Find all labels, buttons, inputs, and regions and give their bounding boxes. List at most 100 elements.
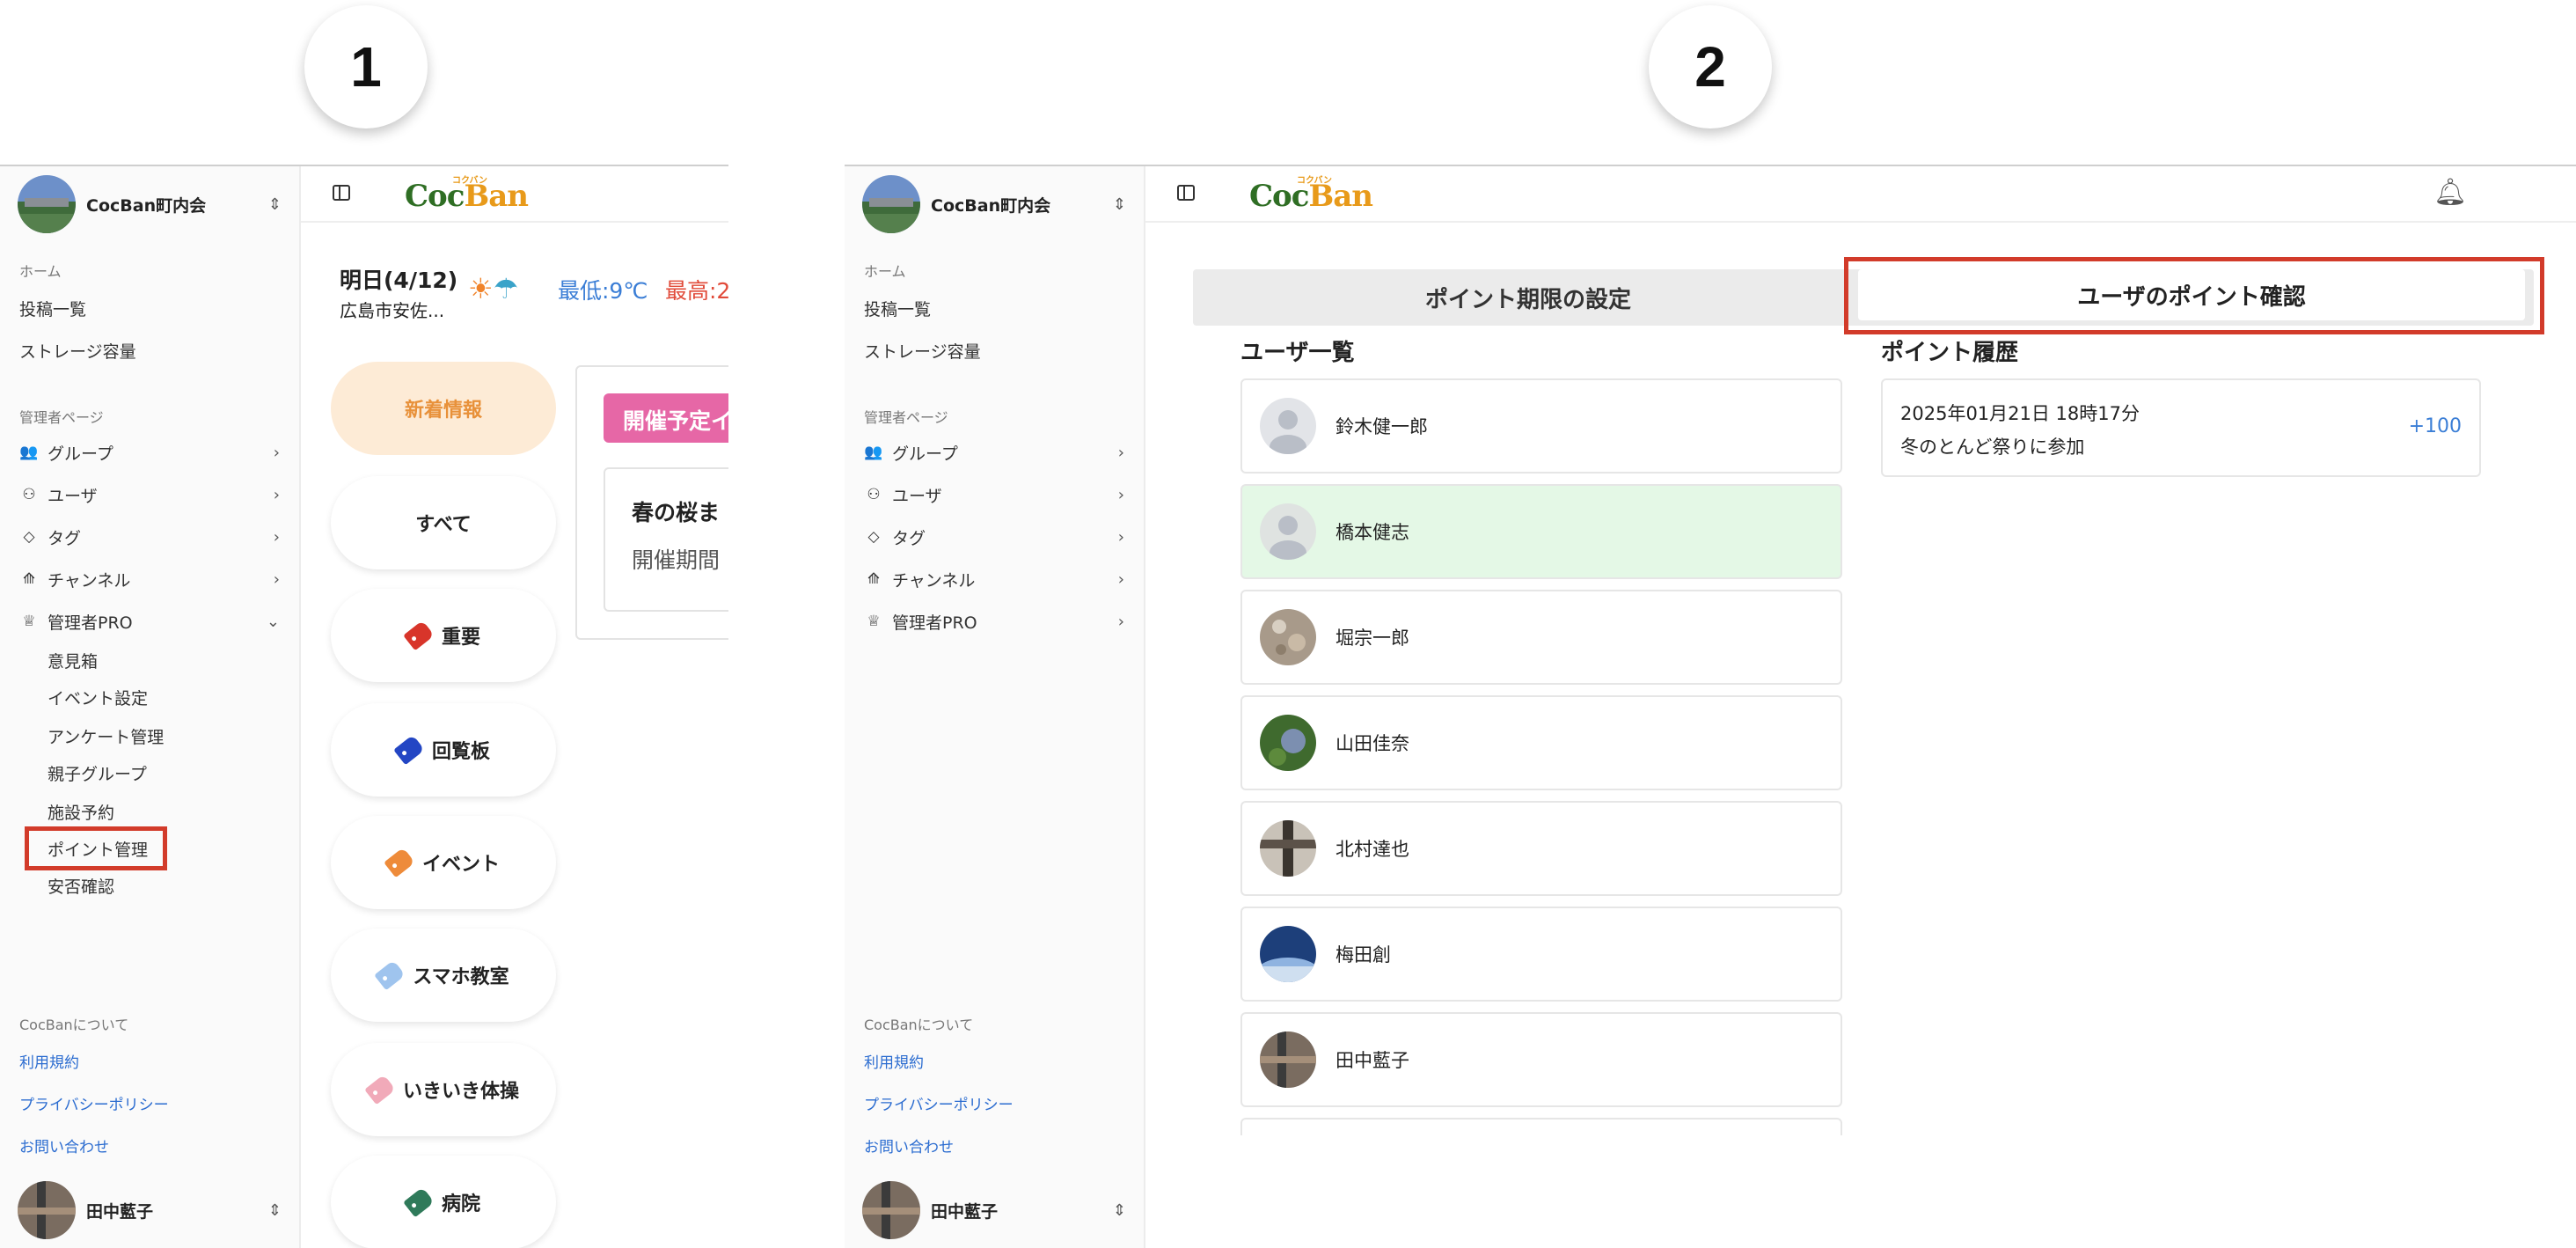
filter-event[interactable]: イベント	[331, 816, 556, 909]
user-row-partial[interactable]	[1240, 1118, 1842, 1135]
org-switcher[interactable]: CocBan町内会 ⇕	[18, 175, 282, 233]
filter-all[interactable]: すべて	[331, 476, 556, 569]
event-badge[interactable]: 開催予定イ	[604, 393, 728, 443]
chevron-updown-icon: ⇕	[267, 195, 282, 214]
logo-ruby: コクバン	[452, 176, 487, 186]
nav-label: チャンネル	[48, 570, 131, 591]
tab-point-expiry-settings[interactable]: ポイント期限の設定	[1193, 269, 1863, 326]
nav-posts[interactable]: 投稿一覧	[864, 297, 931, 320]
user-row[interactable]: 山田佳奈	[1240, 695, 1842, 790]
user-avatar	[1260, 820, 1316, 877]
nav-channel[interactable]: ⟰ チャンネル ›	[19, 566, 280, 592]
nav-tag[interactable]: ◇ タグ ›	[19, 524, 280, 550]
user-list-title: ユーザ一覧	[1240, 340, 1355, 366]
user-name: 田中藍子	[1336, 1050, 1409, 1071]
tag-icon: ◇	[867, 528, 880, 546]
point-management-highlight	[25, 826, 167, 870]
sub-safety-check[interactable]: 安否確認	[48, 874, 114, 898]
filter-smartphone-class[interactable]: スマホ教室	[331, 929, 556, 1022]
nav-storage[interactable]: ストレージ容量	[19, 339, 136, 363]
filter-important[interactable]: 重要	[331, 589, 556, 682]
sidebar-toggle-icon[interactable]	[1177, 185, 1195, 201]
filter-label: イベント	[421, 854, 500, 876]
chevron-right-icon: ›	[1117, 527, 1124, 547]
default-avatar-icon	[1260, 503, 1316, 560]
nav-storage[interactable]: ストレージ容量	[864, 339, 981, 363]
org-name: CocBan町内会	[931, 195, 1051, 216]
weather-min: 最低:9℃	[558, 278, 648, 304]
link-privacy[interactable]: プライバシーポリシー	[864, 1092, 1014, 1114]
org-name: CocBan町内会	[86, 195, 207, 216]
user-row[interactable]: 梅田創	[1240, 907, 1842, 1002]
user-icon: ⚇	[22, 486, 36, 503]
chevron-right-icon: ›	[1117, 443, 1124, 462]
link-terms[interactable]: 利用規約	[864, 1050, 924, 1072]
sidebar: CocBan町内会 ⇕ ホーム 投稿一覧 ストレージ容量 管理者ページ 👥 グルー…	[845, 166, 1145, 1248]
nav-user[interactable]: ⚇ ユーザ ›	[19, 481, 280, 508]
filter-label: スマホ教室	[413, 966, 509, 988]
user-row[interactable]: 堀宗一郎	[1240, 590, 1842, 685]
link-contact[interactable]: お問い合わせ	[19, 1134, 109, 1156]
nav-posts[interactable]: 投稿一覧	[19, 297, 86, 320]
badge-icon: ♕	[22, 613, 36, 630]
user-avatar	[1260, 715, 1316, 771]
tag-icon	[403, 620, 435, 651]
cocban-logo[interactable]: CocBan コクバン	[1249, 176, 1373, 214]
user-name: 田中藍子	[931, 1201, 999, 1222]
event-item[interactable]: 春の桜ま 開催期間	[604, 467, 728, 612]
top-bar: CocBan コクバン 🔔︎	[1145, 166, 2576, 223]
point-history-title: ポイント履歴	[1881, 340, 2019, 366]
user-avatar	[862, 1181, 920, 1239]
event-panel: 開催予定イ 春の桜ま 開催期間	[575, 365, 728, 640]
sub-survey[interactable]: アンケート管理	[48, 724, 164, 748]
user-menu[interactable]: 田中藍子 ⇕	[18, 1181, 282, 1239]
filter-exercise[interactable]: いきいき体操	[331, 1043, 556, 1136]
link-contact[interactable]: お問い合わせ	[864, 1134, 954, 1156]
sub-parent-child-group[interactable]: 親子グループ	[48, 761, 147, 785]
section-about: CocBanについて	[864, 1017, 974, 1033]
filter-circular[interactable]: 回覧板	[331, 703, 556, 797]
step-1-marker: 1	[304, 5, 428, 128]
chevron-right-icon: ›	[273, 443, 280, 462]
nav-label: タグ	[48, 528, 82, 548]
sidebar-toggle-icon[interactable]	[333, 185, 350, 201]
nav-channel[interactable]: ⟰ チャンネル ›	[864, 566, 1124, 592]
link-terms[interactable]: 利用規約	[19, 1050, 79, 1072]
user-row-selected[interactable]: 橋本健志	[1240, 484, 1842, 579]
org-switcher[interactable]: CocBan町内会 ⇕	[862, 175, 1126, 233]
chevron-updown-icon: ⇕	[1112, 195, 1126, 214]
tag-lock-icon	[384, 847, 415, 878]
nav-admin-pro[interactable]: ♕ 管理者PRO ⌄	[19, 608, 280, 635]
nav-label: 管理者PRO	[48, 613, 133, 633]
user-avatar	[18, 1181, 76, 1239]
sub-facility-booking[interactable]: 施設予約	[48, 800, 114, 824]
nav-group[interactable]: 👥 グループ ›	[19, 439, 280, 466]
user-row[interactable]: 鈴木健一郎	[1240, 378, 1842, 474]
nav-user[interactable]: ⚇ ユーザ ›	[864, 481, 1124, 508]
tag-icon	[364, 1074, 396, 1105]
filter-label: いきいき体操	[402, 1081, 519, 1103]
sun-umbrella-icon: ☀☂	[468, 272, 519, 305]
org-avatar	[18, 175, 76, 233]
nav-group[interactable]: 👥 グループ ›	[864, 439, 1124, 466]
user-row[interactable]: 北村達也	[1240, 801, 1842, 896]
link-privacy[interactable]: プライバシーポリシー	[19, 1092, 169, 1114]
default-avatar-icon	[1260, 398, 1316, 454]
user-row[interactable]: 田中藍子	[1240, 1012, 1842, 1107]
badge-icon: ♕	[867, 613, 881, 630]
cocban-logo[interactable]: CocBan コクバン	[405, 176, 529, 214]
sub-opinion-box[interactable]: 意見箱	[48, 649, 98, 672]
user-menu[interactable]: 田中藍子 ⇕	[862, 1181, 1126, 1239]
bell-icon[interactable]: 🔔︎	[2433, 177, 2467, 208]
nav-label: タグ	[892, 528, 926, 548]
nav-tag[interactable]: ◇ タグ ›	[864, 524, 1124, 550]
top-bar: CocBan コクバン	[301, 166, 728, 223]
chevron-right-icon: ›	[273, 569, 280, 589]
sub-event-settings[interactable]: イベント設定	[48, 686, 148, 709]
nav-admin-pro[interactable]: ♕ 管理者PRO ›	[864, 608, 1124, 635]
event-period: 開催期間	[632, 547, 721, 573]
user-name: 橋本健志	[1336, 522, 1409, 543]
filter-new-info[interactable]: 新着情報	[331, 362, 556, 455]
filter-hospital[interactable]: 病院	[331, 1156, 556, 1248]
screenshot-panel-1: CocBan町内会 ⇕ ホーム 投稿一覧 ストレージ容量 管理者ページ 👥 グルー…	[0, 165, 728, 1248]
